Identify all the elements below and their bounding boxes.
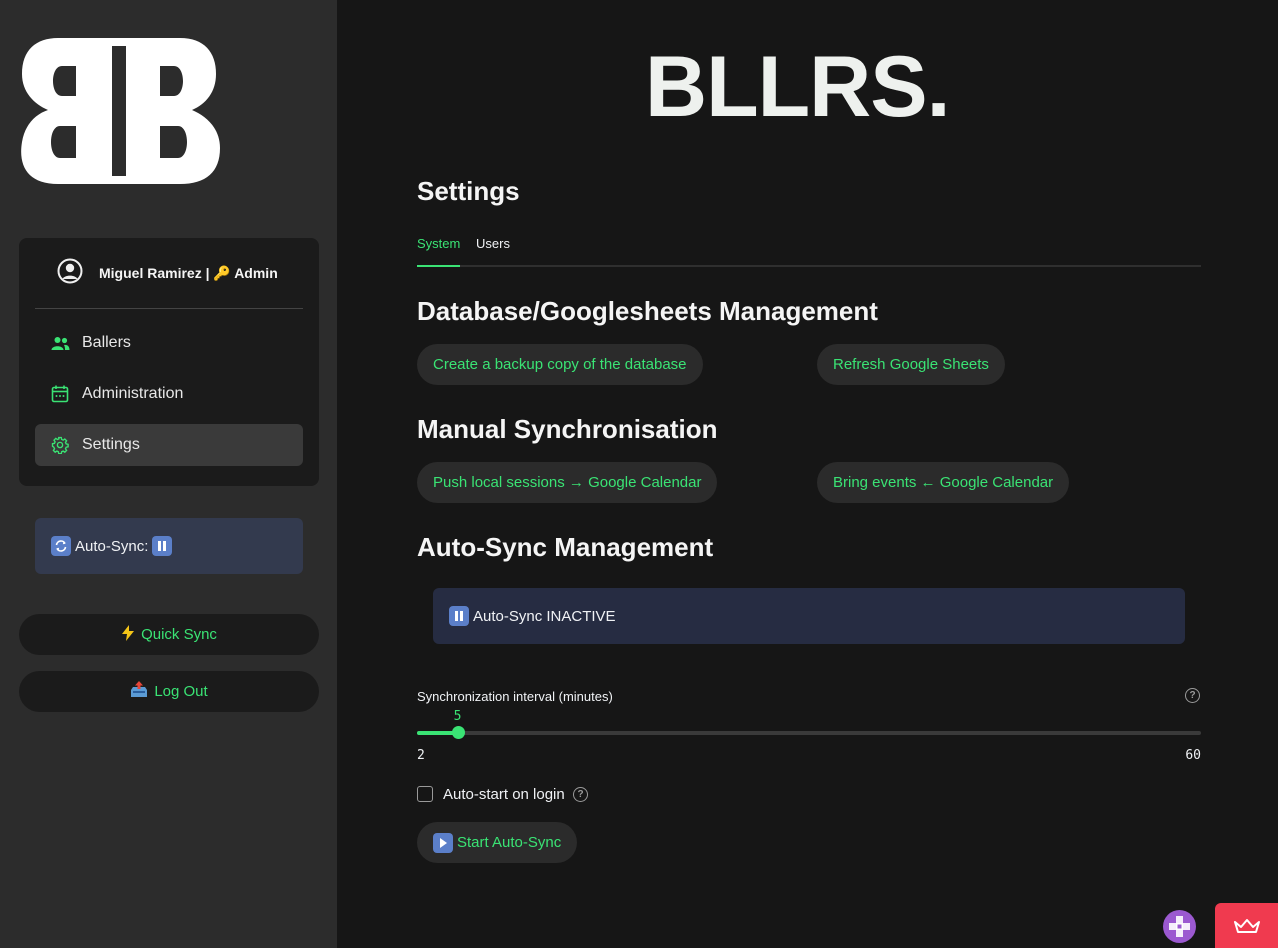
database-heading: Database/Googlesheets Management — [417, 296, 878, 326]
help-icon[interactable]: ? — [573, 787, 588, 802]
slider-thumb[interactable] — [451, 726, 465, 739]
bring-events-button[interactable]: Bring events ← Google Calendar — [817, 462, 1070, 503]
autosync-heading: Auto-Sync Management — [417, 532, 714, 562]
interval-slider[interactable] — [417, 726, 1201, 739]
play-icon — [433, 832, 453, 853]
start-autosync-label: Start Auto-Sync — [457, 834, 562, 851]
autosync-status-text: Auto-Sync INACTIVE — [473, 607, 616, 625]
crown-badge[interactable] — [1215, 903, 1278, 948]
user-name: Miguel Ramirez | 🔑 Admin — [99, 265, 278, 281]
interval-max: 60 — [1185, 748, 1201, 763]
nav-label: Ballers — [82, 334, 131, 351]
avatar[interactable] — [1163, 910, 1196, 943]
bb-logo — [21, 38, 220, 184]
page-title: Settings — [417, 176, 520, 206]
tab-users[interactable]: Users — [476, 236, 510, 267]
refresh-icon — [51, 536, 71, 556]
users-icon — [50, 333, 70, 353]
autosync-status-box: Auto-Sync INACTIVE — [433, 588, 1185, 644]
crown-icon — [1233, 918, 1260, 933]
nav-label: Settings — [82, 436, 140, 453]
sidebar: Miguel Ramirez | 🔑 Admin Ballers Adminis… — [0, 0, 337, 948]
pause-icon — [449, 606, 469, 626]
brand-logo: BLLRS. — [645, 39, 951, 135]
interval-label: Synchronization interval (minutes) — [417, 689, 613, 704]
quick-sync-button[interactable]: Quick Sync — [19, 614, 319, 655]
push-sessions-button[interactable]: Push local sessions → Google Calendar — [417, 462, 718, 503]
nav-label: Administration — [82, 385, 184, 402]
autosync-label: Auto-Sync: — [75, 537, 149, 555]
autostart-label: Auto-start on login — [443, 786, 565, 803]
log-out-label: Log Out — [154, 683, 208, 700]
nav-divider — [35, 308, 303, 309]
autostart-checkbox[interactable] — [417, 786, 433, 802]
pause-icon — [152, 536, 173, 556]
main-content: BLLRS. Settings System Users Database/Go… — [337, 0, 1278, 948]
tab-bar: System Users — [417, 236, 1201, 267]
gear-icon — [50, 435, 70, 455]
tab-system[interactable]: System — [417, 236, 460, 267]
user-info: Miguel Ramirez | 🔑 Admin — [19, 238, 319, 308]
nav-item-settings[interactable]: Settings — [35, 424, 303, 466]
start-autosync-button[interactable]: Start Auto-Sync — [417, 822, 578, 863]
log-out-button[interactable]: Log Out — [19, 671, 319, 712]
interval-value: 5 — [453, 709, 462, 724]
sidebar-autosync-status: Auto-Sync: — [35, 518, 303, 574]
user-circle-icon — [57, 258, 83, 284]
refresh-google-sheets-button[interactable]: Refresh Google Sheets — [817, 344, 1005, 385]
calendar-icon — [50, 384, 70, 404]
nav-item-administration[interactable]: Administration — [35, 373, 303, 415]
manual-sync-heading: Manual Synchronisation — [417, 414, 718, 444]
help-icon[interactable]: ? — [1185, 688, 1200, 703]
create-backup-button[interactable]: Create a backup copy of the database — [417, 344, 703, 385]
outbox-tray-icon — [130, 681, 148, 702]
navigation-card: Miguel Ramirez | 🔑 Admin Ballers Adminis… — [19, 238, 319, 486]
nav-item-ballers[interactable]: Ballers — [35, 322, 303, 364]
lightning-icon — [121, 624, 135, 645]
quick-sync-label: Quick Sync — [141, 626, 217, 643]
interval-min: 2 — [417, 748, 425, 763]
